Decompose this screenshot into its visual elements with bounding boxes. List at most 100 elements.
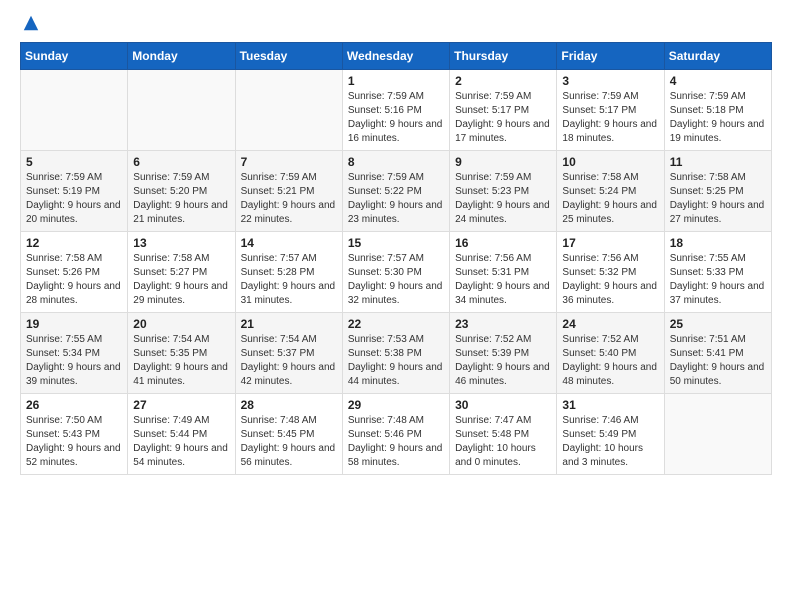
header-saturday: Saturday (664, 43, 771, 70)
sunset-text: Sunset: 5:41 PM (670, 347, 766, 361)
day-info: Sunrise: 7:54 AMSunset: 5:35 PMDaylight:… (133, 333, 229, 389)
daylight-text: Daylight: 9 hours and 41 minutes. (133, 361, 229, 389)
daylight-text: Daylight: 10 hours and 3 minutes. (562, 442, 658, 470)
sunset-text: Sunset: 5:20 PM (133, 185, 229, 199)
day-cell-0-3: 1Sunrise: 7:59 AMSunset: 5:16 PMDaylight… (342, 70, 449, 151)
day-number: 5 (26, 155, 122, 169)
day-info: Sunrise: 7:59 AMSunset: 5:17 PMDaylight:… (455, 90, 551, 146)
day-number: 28 (241, 398, 337, 412)
sunset-text: Sunset: 5:35 PM (133, 347, 229, 361)
day-info: Sunrise: 7:48 AMSunset: 5:46 PMDaylight:… (348, 414, 444, 470)
day-info: Sunrise: 7:58 AMSunset: 5:26 PMDaylight:… (26, 252, 122, 308)
daylight-text: Daylight: 9 hours and 44 minutes. (348, 361, 444, 389)
sunset-text: Sunset: 5:30 PM (348, 266, 444, 280)
sunrise-text: Sunrise: 7:59 AM (26, 171, 122, 185)
day-info: Sunrise: 7:47 AMSunset: 5:48 PMDaylight:… (455, 414, 551, 470)
sunset-text: Sunset: 5:24 PM (562, 185, 658, 199)
daylight-text: Daylight: 9 hours and 16 minutes. (348, 118, 444, 146)
day-cell-0-2 (235, 70, 342, 151)
daylight-text: Daylight: 9 hours and 48 minutes. (562, 361, 658, 389)
sunrise-text: Sunrise: 7:49 AM (133, 414, 229, 428)
day-info: Sunrise: 7:49 AMSunset: 5:44 PMDaylight:… (133, 414, 229, 470)
sunrise-text: Sunrise: 7:48 AM (348, 414, 444, 428)
sunset-text: Sunset: 5:26 PM (26, 266, 122, 280)
daylight-text: Daylight: 9 hours and 20 minutes. (26, 199, 122, 227)
daylight-text: Daylight: 9 hours and 37 minutes. (670, 280, 766, 308)
daylight-text: Daylight: 9 hours and 46 minutes. (455, 361, 551, 389)
sunrise-text: Sunrise: 7:55 AM (26, 333, 122, 347)
day-cell-4-1: 27Sunrise: 7:49 AMSunset: 5:44 PMDayligh… (128, 394, 235, 475)
sunset-text: Sunset: 5:23 PM (455, 185, 551, 199)
sunset-text: Sunset: 5:32 PM (562, 266, 658, 280)
sunset-text: Sunset: 5:19 PM (26, 185, 122, 199)
sunrise-text: Sunrise: 7:58 AM (26, 252, 122, 266)
day-cell-3-6: 25Sunrise: 7:51 AMSunset: 5:41 PMDayligh… (664, 313, 771, 394)
sunset-text: Sunset: 5:27 PM (133, 266, 229, 280)
day-info: Sunrise: 7:59 AMSunset: 5:18 PMDaylight:… (670, 90, 766, 146)
day-info: Sunrise: 7:46 AMSunset: 5:49 PMDaylight:… (562, 414, 658, 470)
day-cell-2-2: 14Sunrise: 7:57 AMSunset: 5:28 PMDayligh… (235, 232, 342, 313)
day-number: 6 (133, 155, 229, 169)
day-info: Sunrise: 7:59 AMSunset: 5:17 PMDaylight:… (562, 90, 658, 146)
sunrise-text: Sunrise: 7:57 AM (348, 252, 444, 266)
header (20, 16, 772, 32)
daylight-text: Daylight: 9 hours and 18 minutes. (562, 118, 658, 146)
sunset-text: Sunset: 5:17 PM (562, 104, 658, 118)
sunset-text: Sunset: 5:17 PM (455, 104, 551, 118)
header-friday: Friday (557, 43, 664, 70)
day-number: 31 (562, 398, 658, 412)
sunrise-text: Sunrise: 7:59 AM (133, 171, 229, 185)
day-info: Sunrise: 7:59 AMSunset: 5:20 PMDaylight:… (133, 171, 229, 227)
daylight-text: Daylight: 9 hours and 24 minutes. (455, 199, 551, 227)
sunset-text: Sunset: 5:16 PM (348, 104, 444, 118)
daylight-text: Daylight: 9 hours and 25 minutes. (562, 199, 658, 227)
sunset-text: Sunset: 5:33 PM (670, 266, 766, 280)
day-info: Sunrise: 7:52 AMSunset: 5:39 PMDaylight:… (455, 333, 551, 389)
header-tuesday: Tuesday (235, 43, 342, 70)
day-cell-0-4: 2 Sunrise: 7:59 AMSunset: 5:17 PMDaylight… (450, 70, 557, 151)
sunset-text: Sunset: 5:38 PM (348, 347, 444, 361)
day-number: 4 (670, 74, 766, 88)
day-number: 22 (348, 317, 444, 331)
sunrise-text: Sunrise: 7:59 AM (241, 171, 337, 185)
day-cell-4-6 (664, 394, 771, 475)
day-cell-3-2: 21Sunrise: 7:54 AMSunset: 5:37 PMDayligh… (235, 313, 342, 394)
day-number: 9 (455, 155, 551, 169)
day-info: Sunrise: 7:55 AMSunset: 5:33 PMDaylight:… (670, 252, 766, 308)
daylight-text: Daylight: 9 hours and 50 minutes. (670, 361, 766, 389)
day-cell-0-6: 4 Sunrise: 7:59 AMSunset: 5:18 PMDaylight… (664, 70, 771, 151)
day-number: 15 (348, 236, 444, 250)
day-number: 1 (348, 74, 444, 88)
sunrise-text: Sunrise: 7:46 AM (562, 414, 658, 428)
day-cell-4-4: 30Sunrise: 7:47 AMSunset: 5:48 PMDayligh… (450, 394, 557, 475)
day-info: Sunrise: 7:55 AMSunset: 5:34 PMDaylight:… (26, 333, 122, 389)
day-cell-2-4: 16Sunrise: 7:56 AMSunset: 5:31 PMDayligh… (450, 232, 557, 313)
sunset-text: Sunset: 5:39 PM (455, 347, 551, 361)
sunset-text: Sunset: 5:46 PM (348, 428, 444, 442)
header-thursday: Thursday (450, 43, 557, 70)
day-number: 14 (241, 236, 337, 250)
day-cell-2-3: 15Sunrise: 7:57 AMSunset: 5:30 PMDayligh… (342, 232, 449, 313)
day-number: 24 (562, 317, 658, 331)
day-info: Sunrise: 7:58 AMSunset: 5:27 PMDaylight:… (133, 252, 229, 308)
week-row-2: 5Sunrise: 7:59 AMSunset: 5:19 PMDaylight… (21, 151, 772, 232)
sunrise-text: Sunrise: 7:57 AM (241, 252, 337, 266)
day-cell-1-5: 10Sunrise: 7:58 AMSunset: 5:24 PMDayligh… (557, 151, 664, 232)
day-number: 25 (670, 317, 766, 331)
logo (20, 16, 40, 32)
day-number: 8 (348, 155, 444, 169)
header-wednesday: Wednesday (342, 43, 449, 70)
sunrise-text: Sunrise: 7:59 AM (562, 90, 658, 104)
day-info: Sunrise: 7:59 AMSunset: 5:22 PMDaylight:… (348, 171, 444, 227)
sunset-text: Sunset: 5:31 PM (455, 266, 551, 280)
daylight-text: Daylight: 9 hours and 17 minutes. (455, 118, 551, 146)
day-cell-0-1 (128, 70, 235, 151)
day-cell-2-6: 18Sunrise: 7:55 AMSunset: 5:33 PMDayligh… (664, 232, 771, 313)
day-number: 2 (455, 74, 551, 88)
day-number: 16 (455, 236, 551, 250)
daylight-text: Daylight: 9 hours and 19 minutes. (670, 118, 766, 146)
day-number: 17 (562, 236, 658, 250)
day-number: 26 (26, 398, 122, 412)
day-number: 11 (670, 155, 766, 169)
day-number: 3 (562, 74, 658, 88)
